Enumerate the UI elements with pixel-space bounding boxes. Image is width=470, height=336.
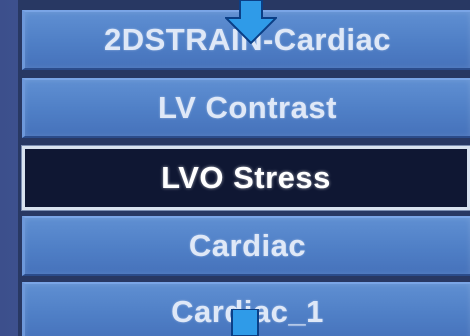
down-arrow-indicator-icon[interactable] — [217, 309, 273, 336]
preset-selection-screen: 2DSTRAIN-Cardiac LV Contrast LVO Stress … — [0, 0, 470, 336]
down-arrow-indicator-icon[interactable] — [225, 0, 277, 44]
preset-item-lvo-stress-selected[interactable]: LVO Stress — [22, 146, 470, 210]
preset-item-cardiac[interactable]: Cardiac — [22, 216, 470, 276]
preset-item-lv-contrast[interactable]: LV Contrast — [22, 78, 470, 138]
